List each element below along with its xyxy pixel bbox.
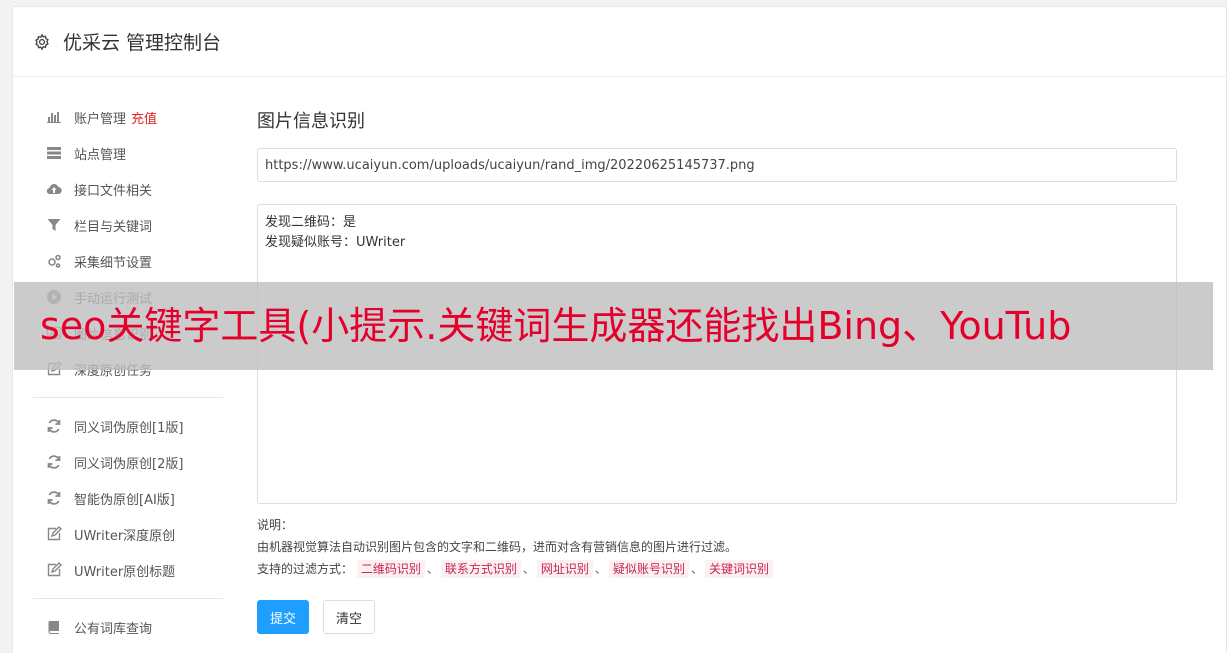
sidebar-item-label: 栏目与关键词	[74, 219, 153, 235]
sidebar-item[interactable]: 站点管理	[33, 135, 223, 171]
image-url-input[interactable]	[257, 148, 1177, 182]
gear-icon	[33, 32, 53, 52]
server-icon	[45, 145, 62, 162]
edit-icon	[45, 562, 62, 579]
sidebar-item[interactable]: 公有词库查询	[33, 609, 223, 645]
filters-label: 支持的过滤方式：	[257, 562, 354, 576]
sidebar-item-label: 同义词伪原创[1版]	[74, 420, 184, 436]
page-title: 图片信息识别	[257, 111, 365, 132]
sidebar-item[interactable]: 账户管理 充值	[33, 99, 223, 135]
overlay-text: seo关键字工具(小提示.关键词生成器还能找出Bing、YouTub	[40, 304, 1072, 348]
sidebar-item[interactable]: 智能伪原创[AI版]	[33, 480, 223, 516]
sidebar-item[interactable]: 采集细节设置	[33, 243, 223, 279]
recharge-link[interactable]: 充值	[131, 108, 157, 127]
edit-icon	[45, 526, 62, 543]
filter-tag: 网址识别	[536, 560, 593, 578]
header: 优采云 管理控制台	[13, 7, 1226, 77]
filter-tag: 联系方式识别	[440, 560, 521, 578]
filter-tag: 二维码识别	[356, 560, 425, 578]
sidebar-item-label: 同义词伪原创[2版]	[74, 456, 184, 472]
sidebar-item-label: 智能伪原创[AI版]	[74, 492, 175, 508]
sidebar-item[interactable]: 同义词伪原创[1版]	[33, 408, 223, 444]
sidebar-item-label: UWriter原创标题	[74, 564, 176, 580]
sidebar-item-label: 账户管理	[74, 111, 127, 127]
sidebar-divider	[33, 397, 223, 398]
main-content: 图片信息识别 发现二维码：是发现疑似账号：UWriter 说明： 由机器视觉算法…	[257, 107, 1177, 634]
sidebar-item[interactable]: UWriter原创标题	[33, 552, 223, 588]
sidebar-item[interactable]: 接口文件相关	[33, 171, 223, 207]
sidebar-item-label: 公有词库查询	[74, 621, 153, 637]
sidebar-divider	[33, 598, 223, 599]
sidebar-item-label: 采集细节设置	[74, 255, 153, 271]
result-line: 发现二维码：是	[265, 215, 357, 230]
filters-line: 支持的过滤方式： 二维码识别、联系方式识别、网址识别、疑似账号识别、关键词识别	[257, 558, 1177, 580]
result-line: 发现疑似账号：UWriter	[265, 235, 406, 250]
cloud-upload-icon	[45, 181, 62, 198]
notes: 说明： 由机器视觉算法自动识别图片包含的文字和二维码，进而对含有营销信息的图片进…	[257, 514, 1177, 580]
clear-button[interactable]: 清空	[323, 600, 376, 634]
sidebar-item[interactable]: UWriter深度原创	[33, 516, 223, 552]
page-header-title: 优采云 管理控制台	[63, 32, 222, 54]
sidebar: 账户管理充值站点管理接口文件相关栏目与关键词采集细节设置手动运行测试图片信息识别…	[33, 99, 223, 645]
sidebar-item[interactable]: 同义词伪原创[2版]	[33, 444, 223, 480]
bar-chart-icon	[45, 109, 62, 126]
sidebar-item-label: 接口文件相关	[74, 183, 153, 199]
book-icon	[45, 619, 62, 636]
refresh-icon	[45, 418, 62, 435]
sidebar-item-label: UWriter深度原创	[74, 528, 176, 544]
filter-tag: 关键词识别	[704, 560, 773, 578]
cogs-icon	[45, 253, 62, 270]
submit-button[interactable]: 提交	[257, 600, 310, 634]
sidebar-item[interactable]: 栏目与关键词	[33, 207, 223, 243]
filter-tag: 疑似账号识别	[608, 560, 689, 578]
refresh-icon	[45, 490, 62, 507]
refresh-icon	[45, 454, 62, 471]
overlay-banner: seo关键字工具(小提示.关键词生成器还能找出Bing、YouTub	[14, 282, 1213, 370]
filter-separator: 、	[594, 562, 607, 576]
notes-description: 由机器视觉算法自动识别图片包含的文字和二维码，进而对含有营销信息的图片进行过滤。	[257, 540, 738, 554]
filter-separator: 、	[522, 562, 535, 576]
button-row: 提交 清空	[257, 600, 1177, 634]
sidebar-item-label: 站点管理	[74, 147, 127, 163]
filter-separator: 、	[426, 562, 439, 576]
filter-separator: 、	[690, 562, 703, 576]
filter-icon	[45, 217, 62, 234]
notes-heading: 说明：	[257, 518, 294, 532]
